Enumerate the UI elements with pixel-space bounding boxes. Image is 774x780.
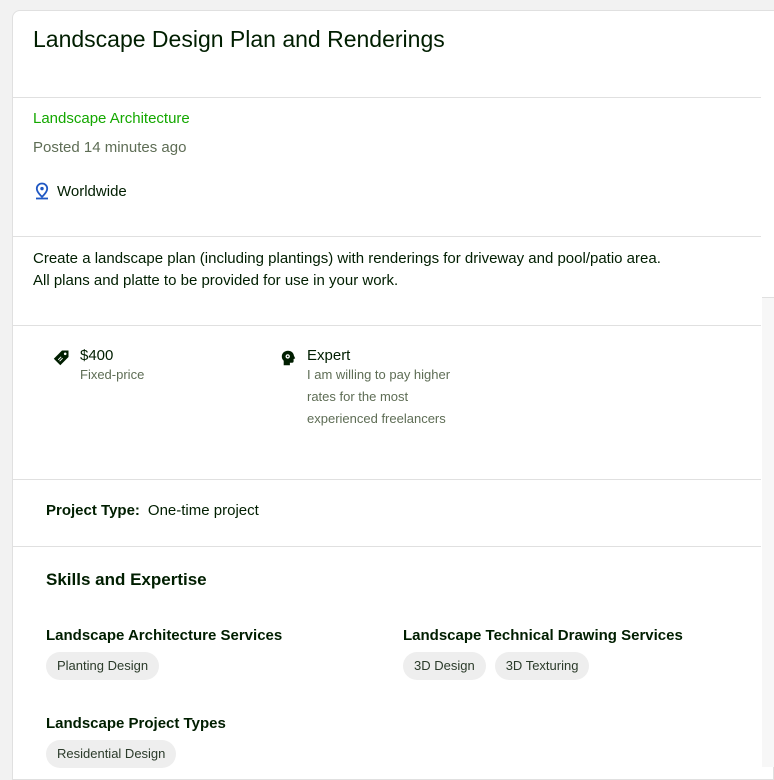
job-location: Worldwide [33, 182, 127, 200]
skill-group-title: Landscape Technical Drawing Services [403, 627, 683, 644]
project-type-label: Project Type: [46, 502, 140, 519]
price-value: $400 [80, 347, 114, 364]
side-panel-edge-lower [762, 297, 774, 767]
skill-chip[interactable]: Planting Design [46, 652, 160, 680]
skill-group-title: Landscape Architecture Services [46, 627, 283, 644]
job-category-link[interactable]: Landscape Architecture [33, 110, 190, 127]
posted-time: Posted 14 minutes ago [33, 139, 187, 156]
experience-level-feature: Expert I am willing to pay higher rates … [279, 347, 450, 430]
description-line: All plans and platte to be provided for … [33, 272, 399, 289]
expert-head-icon [279, 349, 297, 367]
skill-chip[interactable]: 3D Design [403, 652, 486, 680]
job-description: Create a landscape plan (including plant… [33, 248, 723, 292]
map-pin-icon [33, 182, 51, 200]
experience-desc-line: I am willing to pay higher [307, 367, 451, 382]
skill-chips: 3D Design 3D Texturing [403, 652, 590, 680]
price-type: Fixed-price [80, 367, 145, 382]
tag-icon [52, 349, 70, 367]
skill-group-title: Landscape Project Types [46, 715, 226, 732]
experience-desc-line: rates for the most [307, 389, 409, 404]
project-type: Project Type: One-time project [46, 502, 259, 519]
skill-chip[interactable]: 3D Texturing [494, 652, 590, 680]
description-line: Create a landscape plan (including plant… [33, 250, 661, 267]
price-feature: $400 Fixed-price [52, 347, 144, 386]
skill-chips: Planting Design [46, 652, 160, 680]
skill-chips: Residential Design [46, 740, 177, 768]
skill-chip[interactable]: Residential Design [46, 740, 177, 768]
experience-desc-line: experienced freelancers [307, 411, 446, 426]
experience-level-value: Expert [307, 347, 351, 364]
header-section [13, 11, 761, 98]
project-type-value: One-time project [147, 502, 259, 519]
skills-heading: Skills and Expertise [46, 570, 207, 589]
side-panel-edge [762, 10, 774, 298]
experience-level-desc: I am willing to pay higher rates for the… [307, 364, 450, 430]
location-label: Worldwide [57, 182, 127, 200]
job-title: Landscape Design Plan and Renderings [33, 26, 445, 52]
